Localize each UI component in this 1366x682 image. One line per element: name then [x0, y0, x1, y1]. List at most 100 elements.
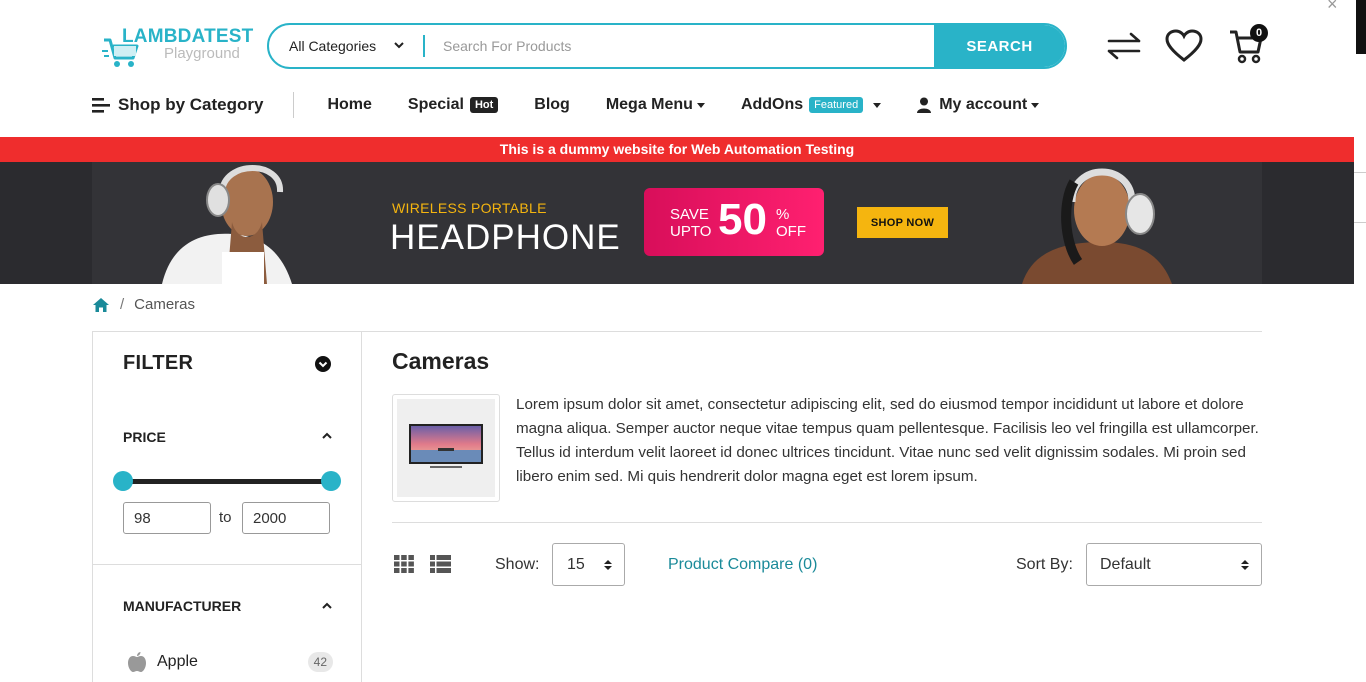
category-image: [392, 394, 500, 502]
price-section-title: PRICE: [123, 429, 166, 445]
category-description: Lorem ipsum dolor sit amet, consectetur …: [516, 396, 1259, 485]
manufacturer-item-apple[interactable]: Apple 42: [127, 650, 333, 674]
banner-subtitle: WIRELESS PORTABLE: [392, 200, 547, 216]
product-compare-link[interactable]: Product Compare (0): [668, 556, 817, 574]
sale-upto-line: UPTO: [670, 223, 712, 240]
manufacturer-count-badge: 42: [307, 652, 333, 672]
filter-title: FILTER: [123, 352, 194, 374]
nav-divider: [293, 92, 295, 118]
price-slider-track[interactable]: [123, 479, 331, 484]
headphone-model-right-image: [1022, 168, 1172, 284]
show-label: Show:: [495, 556, 540, 573]
sale-off-line: OFF: [776, 223, 806, 240]
compare-arrows-icon: [1107, 32, 1141, 60]
show-limit-select[interactable]: 15: [552, 543, 625, 586]
nav-home-label: Home: [327, 96, 372, 113]
breadcrumb-separator: /: [120, 296, 125, 313]
show-limit-value: 15: [567, 555, 585, 573]
scrollbar[interactable]: [1354, 0, 1366, 682]
search-button[interactable]: SEARCH: [934, 25, 1065, 67]
caret-down-icon: [873, 102, 882, 108]
side-divider: [1354, 222, 1366, 223]
nav-blog-label: Blog: [534, 96, 570, 113]
shop-now-button[interactable]: SHOP NOW: [857, 207, 948, 238]
search-divider: [423, 35, 425, 57]
grid-view-icon[interactable]: [394, 555, 414, 573]
home-icon[interactable]: [92, 297, 110, 313]
nav-home[interactable]: Home: [327, 96, 371, 114]
shop-by-category-button[interactable]: Shop by Category: [92, 95, 263, 115]
view-toggle: [394, 555, 451, 573]
sale-pct-sign: %: [776, 206, 790, 223]
breadcrumb: / Cameras: [92, 296, 195, 313]
scrollbar-thumb[interactable]: [1356, 0, 1366, 54]
sort-by-select[interactable]: Default: [1086, 543, 1262, 586]
sale-off-text: % OFF: [776, 206, 806, 240]
filter-sidebar: FILTER PRICE 98 to 2000 MANUFACTURER App…: [92, 331, 362, 682]
tv-product-image: [409, 424, 483, 468]
sort-by-label: Sort By:: [1016, 556, 1073, 573]
site-logo[interactable]: LAMBDATEST Playground: [102, 24, 253, 72]
nav-my-account[interactable]: My account: [917, 96, 1040, 114]
promo-banner[interactable]: WIRELESS PORTABLE HEADPHONE SAVE UPTO 50 …: [0, 162, 1354, 284]
main-nav: Shop by Category Home Special Hot Blog M…: [92, 90, 1075, 120]
manufacturer-section-title: MANUFACTURER: [123, 598, 242, 614]
manufacturer-name: Apple: [157, 653, 198, 670]
select-arrows-icon: [1241, 560, 1249, 570]
nav-blog[interactable]: Blog: [534, 96, 570, 114]
search-bar: All Categories SEARCH: [267, 23, 1067, 69]
banner-content: WIRELESS PORTABLE HEADPHONE SAVE UPTO 50 …: [92, 162, 1262, 284]
sale-percent: 50: [718, 195, 767, 244]
category-select-label: All Categories: [289, 38, 377, 54]
filter-collapse-icon[interactable]: [315, 356, 331, 372]
cart-button[interactable]: 0: [1226, 24, 1268, 66]
category-image-frame: [397, 399, 495, 497]
featured-badge: Featured: [809, 97, 864, 113]
category-title: Cameras: [392, 348, 490, 374]
price-min-input[interactable]: 98: [123, 502, 211, 534]
sale-save-line: SAVE: [670, 206, 709, 223]
sale-save-text: SAVE UPTO: [670, 206, 711, 240]
wishlist-button[interactable]: [1164, 26, 1204, 66]
filter-divider: [93, 564, 361, 565]
menu-icon: [92, 98, 110, 113]
search-input[interactable]: [429, 25, 929, 67]
cart-count-badge: 0: [1250, 24, 1268, 42]
category-select[interactable]: All Categories: [269, 25, 424, 67]
select-arrows-icon: [604, 560, 612, 570]
price-to-label: to: [219, 509, 232, 526]
price-max-input[interactable]: 2000: [242, 502, 330, 534]
breadcrumb-current: Cameras: [134, 296, 196, 313]
price-slider-max-handle[interactable]: [321, 471, 341, 491]
nav-special[interactable]: Special Hot: [407, 96, 499, 114]
nav-my-account-label: My account: [939, 96, 1028, 113]
nav-mega-menu-label: Mega Menu: [605, 96, 693, 113]
chevron-up-icon[interactable]: [322, 432, 332, 440]
close-icon[interactable]: ×: [1327, 0, 1338, 15]
content-divider: [392, 522, 1262, 523]
caret-down-icon: [696, 102, 705, 108]
chevron-up-icon[interactable]: [322, 602, 332, 610]
logo-sub-text: Playground: [164, 45, 240, 62]
nav-addons-label: AddOns: [740, 96, 804, 113]
list-view-icon[interactable]: [430, 555, 451, 573]
apple-logo-icon: [128, 652, 146, 672]
hot-badge: Hot: [469, 97, 499, 113]
site-header: LAMBDATEST Playground All Categories SEA…: [0, 0, 1354, 137]
notice-bar: This is a dummy website for Web Automati…: [0, 137, 1354, 162]
caret-down-icon: [1031, 102, 1040, 108]
nav-mega-menu[interactable]: Mega Menu: [606, 96, 705, 114]
sale-badge: SAVE UPTO 50 % OFF: [644, 188, 824, 256]
chevron-down-icon: [394, 42, 404, 49]
compare-button[interactable]: [1104, 26, 1144, 66]
content-top-divider: [362, 331, 1262, 332]
price-slider-min-handle[interactable]: [113, 471, 133, 491]
user-icon: [917, 97, 932, 113]
headphone-model-left-image: [162, 165, 292, 284]
nav-special-label: Special: [407, 96, 464, 113]
page: LAMBDATEST Playground All Categories SEA…: [0, 0, 1366, 682]
sort-by-value: Default: [1100, 555, 1151, 573]
nav-addons[interactable]: AddOns Featured: [740, 96, 882, 114]
side-divider: [1354, 172, 1366, 173]
heart-icon: [1165, 29, 1203, 62]
